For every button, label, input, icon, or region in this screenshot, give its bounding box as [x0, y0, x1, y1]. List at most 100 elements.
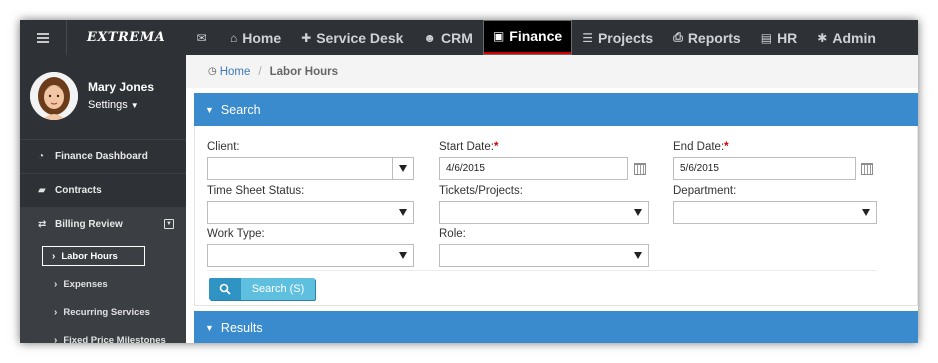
start-date-label: Start Date:* [439, 141, 499, 153]
sidebar-subitem-fixed-price-milestones[interactable]: › Fixed Price Milestones [20, 326, 186, 343]
list-icon: ☰ [582, 30, 593, 45]
hamburger-icon [37, 32, 49, 43]
nav-item-label: Admin [832, 29, 876, 46]
search-icon [209, 278, 241, 300]
breadcrumb: ◷ Home / Labor Hours [186, 55, 918, 88]
sidebar-item-label: Finance Dashboard [55, 151, 148, 162]
dashboard-icon: ◔ [38, 151, 45, 162]
app-window: EXTREMA ✉ ⌂ Home ✚ Service Desk ☻ CRM ▣ … [20, 20, 918, 343]
sidebar-item-label: Contracts [55, 185, 102, 196]
settings-dropdown[interactable]: Settings ▼ [88, 99, 139, 111]
gear-icon: ✱ [817, 30, 828, 45]
required-mark: * [493, 141, 499, 153]
sidebar-subitem-labor-hours[interactable]: › Labor Hours [20, 242, 186, 270]
role-label: Role: [439, 228, 466, 240]
collapse-toggle-icon[interactable]: ▼ [164, 219, 174, 229]
nav-item-projects[interactable]: ☰ Projects [572, 20, 663, 55]
user-profile: Mary Jones Settings ▼ [20, 55, 186, 140]
nav-item-crm[interactable]: ☻ CRM [413, 20, 483, 55]
nav-item-label: Reports [687, 29, 741, 46]
tickets-projects-select[interactable] [439, 201, 649, 224]
chevron-down-icon: ▼ [205, 322, 214, 333]
caret-down-icon [399, 252, 407, 259]
nav-item-label: Finance [509, 28, 563, 44]
settings-label: Settings [88, 99, 128, 111]
search-panel-body: Client: Start Date:* 4/6/2015 End Date:*… [194, 126, 918, 306]
avatar[interactable] [30, 72, 78, 120]
time-sheet-status-label: Time Sheet Status: [207, 185, 305, 197]
search-button[interactable]: Search (S) [209, 278, 315, 300]
chevron-right-icon: › [54, 334, 58, 344]
sidebar-item-finance-dashboard[interactable]: ◔ Finance Dashboard [20, 140, 186, 174]
envelope-icon: ✉ [196, 30, 207, 45]
top-navbar: EXTREMA ✉ ⌂ Home ✚ Service Desk ☻ CRM ▣ … [20, 20, 918, 55]
book-icon: ▰ [38, 185, 46, 196]
nav-item-mail[interactable]: ✉ [188, 20, 220, 55]
chevron-down-icon: ▼ [205, 104, 214, 115]
calendar-icon[interactable] [861, 163, 873, 175]
search-button-label: Search (S) [241, 278, 315, 300]
work-type-select[interactable] [207, 244, 414, 267]
sidebar-subitem-label: Fixed Price Milestones [63, 334, 166, 344]
puzzle-icon: ✚ [301, 30, 312, 45]
menu-toggle-button[interactable] [20, 20, 67, 55]
required-mark: * [724, 141, 729, 153]
nav-item-hr[interactable]: ▤ HR [751, 20, 808, 55]
results-panel-title: Results [220, 320, 263, 335]
caret-down-icon: ▼ [130, 101, 139, 110]
logo[interactable]: EXTREMA [67, 20, 185, 55]
briefcase-icon: ▤ [760, 30, 773, 45]
sidebar-subitem-expenses[interactable]: › Expenses [20, 270, 186, 298]
nav-item-service-desk[interactable]: ✚ Service Desk [291, 20, 413, 55]
sidebar: Mary Jones Settings ▼ ◔ Finance Dashboard… [20, 55, 186, 343]
chevron-right-icon: › [54, 278, 58, 290]
sidebar-subitem-label: Expenses [63, 278, 108, 290]
sidebar-item-label: Billing Review [55, 219, 123, 230]
main-nav: ✉ ⌂ Home ✚ Service Desk ☻ CRM ▣ Finance … [188, 20, 886, 55]
home-icon: ⌂ [230, 30, 238, 45]
users-icon: ☻ [423, 30, 437, 45]
work-type-label: Work Type: [207, 228, 265, 240]
nav-item-admin[interactable]: ✱ Admin [807, 20, 886, 55]
active-subitem-box: › Labor Hours [42, 246, 145, 266]
breadcrumb-separator: / [258, 65, 262, 78]
chevron-right-icon: › [52, 250, 56, 262]
caret-down-icon [399, 165, 407, 172]
nav-item-home[interactable]: ⌂ Home [220, 20, 291, 55]
nav-item-label: HR [777, 29, 798, 46]
chevron-right-icon: › [54, 306, 58, 318]
sidebar-subitem-label: Labor Hours [61, 250, 118, 262]
time-sheet-status-select[interactable] [207, 201, 414, 224]
department-label: Department: [673, 185, 737, 197]
start-date-input[interactable]: 4/6/2015 [439, 157, 628, 180]
end-date-input[interactable]: 5/6/2015 [673, 157, 856, 180]
department-select[interactable] [673, 201, 877, 224]
sidebar-item-contracts[interactable]: ▰ Contracts [20, 174, 186, 208]
caret-down-icon [399, 209, 407, 216]
caret-down-icon [862, 209, 870, 216]
breadcrumb-current: Labor Hours [269, 65, 338, 78]
calendar-icon[interactable] [634, 163, 646, 175]
sidebar-item-billing-review[interactable]: ⇄ Billing Review ▼ [20, 208, 186, 242]
money-icon: ▣ [492, 29, 505, 43]
nav-item-reports[interactable]: ⎙ Reports [663, 20, 751, 55]
results-panel-header[interactable]: ▼ Results [194, 311, 918, 343]
caret-down-icon [634, 209, 642, 216]
nav-item-finance[interactable]: ▣ Finance [482, 20, 573, 55]
main-content: ◷ Home / Labor Hours ▼ Search Client: St… [186, 55, 918, 343]
clock-icon: ◷ [208, 66, 217, 77]
tickets-projects-label: Tickets/Projects: [439, 185, 523, 197]
role-select[interactable] [439, 244, 649, 267]
end-date-label: End Date:* [673, 141, 729, 153]
breadcrumb-home-link[interactable]: Home [220, 66, 251, 78]
retweet-icon: ⇄ [38, 219, 47, 230]
sidebar-subitem-label: Recurring Services [63, 306, 150, 318]
client-select[interactable] [207, 157, 414, 180]
user-name: Mary Jones [88, 80, 155, 94]
caret-down-icon [634, 252, 642, 259]
print-icon: ⎙ [673, 30, 683, 44]
sidebar-subitem-recurring-services[interactable]: › Recurring Services [20, 298, 186, 326]
search-panel-header[interactable]: ▼ Search [194, 93, 918, 126]
nav-item-label: Service Desk [316, 29, 404, 46]
nav-item-label: CRM [441, 29, 473, 46]
